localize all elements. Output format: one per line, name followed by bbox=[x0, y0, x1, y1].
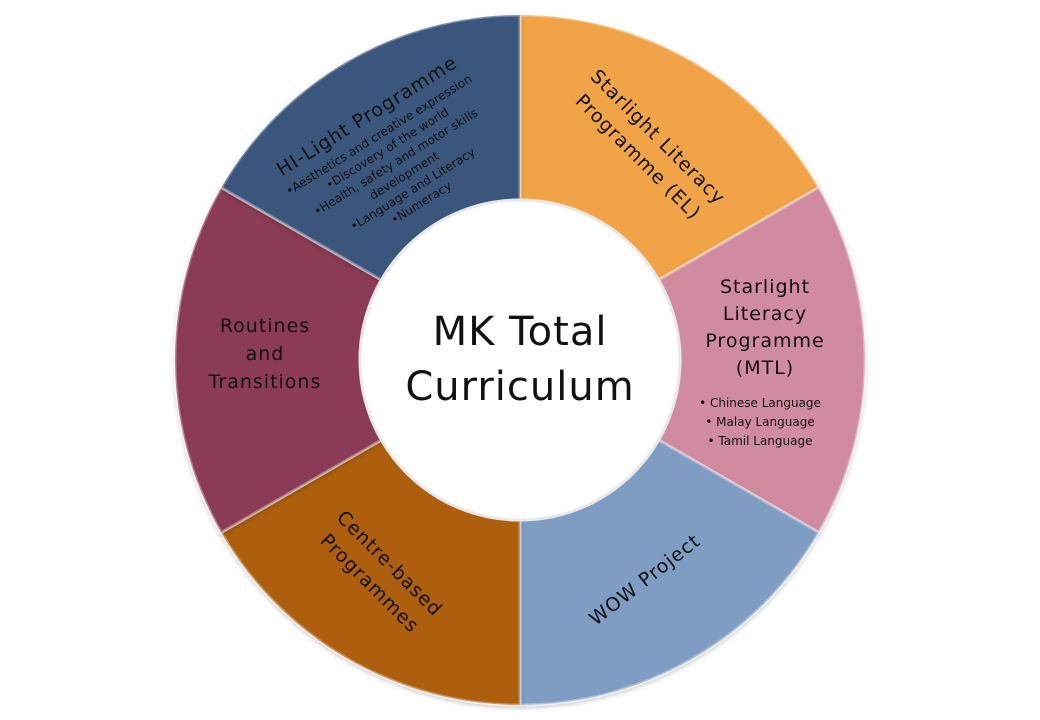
routines-line2: and bbox=[246, 343, 285, 365]
center-circle bbox=[358, 198, 682, 522]
center-title-line2: Curriculum bbox=[405, 364, 634, 410]
center-title-line1: MK Total bbox=[433, 309, 608, 355]
mtl-title-line4: (MTL) bbox=[736, 357, 794, 379]
curriculum-wheel: MK Total Curriculum Starlight Literacy P… bbox=[173, 13, 867, 707]
mtl-title-line3: Programme bbox=[705, 330, 824, 352]
mtl-title-line1: Starlight bbox=[720, 276, 810, 298]
mtl-item-2: • Malay Language bbox=[705, 415, 814, 429]
mtl-item-1: • Chinese Language bbox=[699, 396, 821, 410]
mtl-title-line2: Literacy bbox=[723, 303, 807, 325]
routines-line1: Routines bbox=[220, 315, 310, 337]
routines-line3: Transitions bbox=[208, 371, 322, 393]
mtl-item-3: • Tamil Language bbox=[708, 434, 813, 448]
